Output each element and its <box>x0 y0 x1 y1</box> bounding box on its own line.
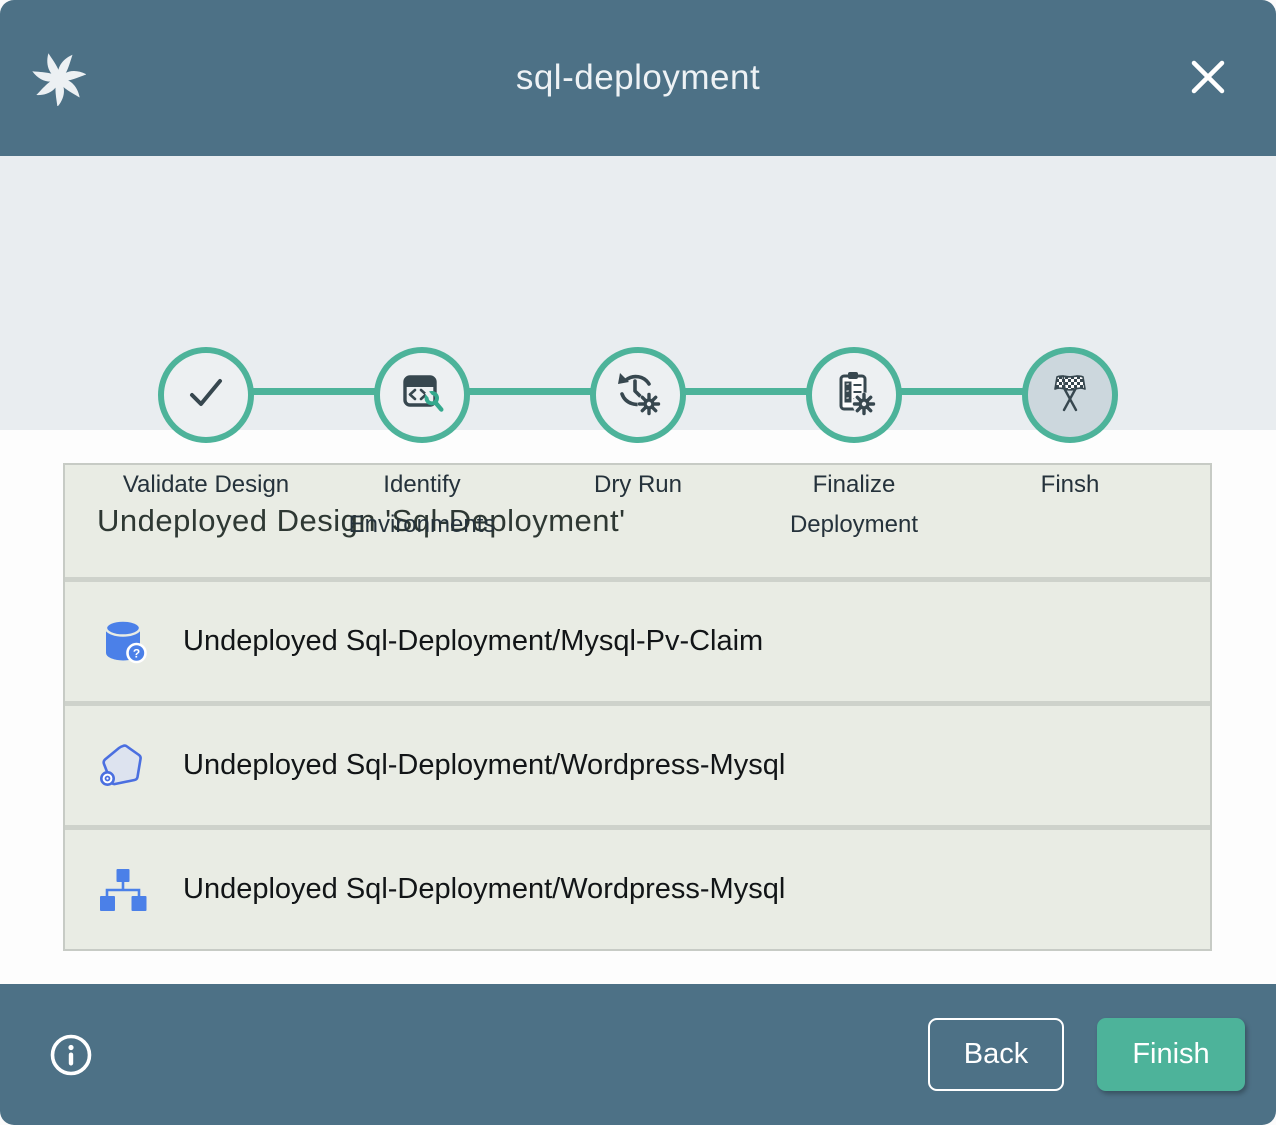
step-circle <box>1022 347 1118 443</box>
close-button[interactable] <box>1180 50 1236 106</box>
checkmark-icon <box>182 369 230 422</box>
pentagon-badge-icon <box>97 740 149 792</box>
refresh-clock-gear-icon <box>612 367 664 424</box>
step-label: Finalize Deployment <box>766 465 942 545</box>
step-label: Validate Design <box>123 465 289 505</box>
step-validate-design: Validate Design <box>98 160 314 545</box>
pinwheel-logo-icon <box>32 52 86 106</box>
deployment-wizard-modal: sql-deployment Validate Design <box>0 0 1276 1125</box>
status-row-mysql-pv-claim: ? Undeployed Sql-Deployment/Mysql-Pv-Cla… <box>65 582 1210 701</box>
step-identify-environments: Identify Environments <box>314 160 530 545</box>
step-finalize-deployment: Finalize Deployment <box>746 160 962 545</box>
svg-text:?: ? <box>133 646 140 660</box>
status-row-text: Undeployed Sql-Deployment/Wordpress-Mysq… <box>183 749 785 782</box>
status-row-text: Undeployed Sql-Deployment/Wordpress-Mysq… <box>183 873 785 906</box>
checkered-flags-icon <box>1044 367 1096 424</box>
info-button[interactable] <box>48 1032 94 1078</box>
finish-button[interactable]: Finish <box>1097 1018 1245 1091</box>
wizard-stepper: Validate Design <box>0 156 1276 430</box>
step-label: Identify Environments <box>334 465 510 545</box>
code-window-wrench-icon <box>397 368 447 423</box>
hierarchy-icon <box>97 864 149 916</box>
step-circle <box>158 347 254 443</box>
info-circle-icon <box>48 1066 94 1081</box>
clipboard-checklist-gear-icon <box>828 367 880 424</box>
modal-footer: Back Finish <box>0 984 1276 1125</box>
step-label: Dry Run <box>594 465 682 505</box>
step-finish: Finsh <box>962 160 1178 545</box>
status-row-wordpress-mysql-deployment: Undeployed Sql-Deployment/Wordpress-Mysq… <box>65 830 1210 949</box>
step-circle <box>374 347 470 443</box>
step-dry-run: Dry Run <box>530 160 746 545</box>
close-x-icon <box>1188 57 1228 100</box>
back-button[interactable]: Back <box>928 1018 1064 1091</box>
status-row-wordpress-mysql-service: Undeployed Sql-Deployment/Wordpress-Mysq… <box>65 706 1210 825</box>
page-title: sql-deployment <box>516 58 760 98</box>
step-circle <box>806 347 902 443</box>
modal-header: sql-deployment <box>0 0 1276 156</box>
step-label: Finsh <box>1041 465 1100 505</box>
database-question-icon: ? <box>97 616 149 668</box>
status-row-text: Undeployed Sql-Deployment/Mysql-Pv-Claim <box>183 625 763 658</box>
step-circle <box>590 347 686 443</box>
